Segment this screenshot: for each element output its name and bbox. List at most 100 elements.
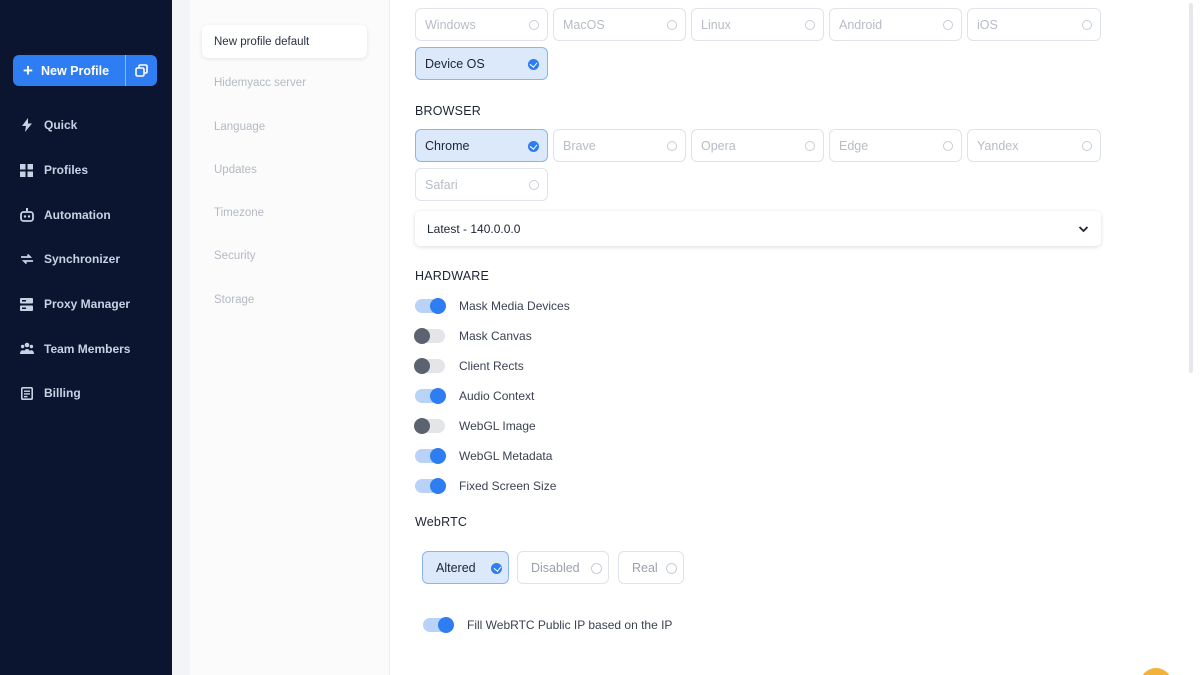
os-option-label: iOS — [977, 17, 998, 32]
toggle-row-fixed-screen-size: Fixed Screen Size — [415, 477, 556, 495]
sidebar-item-label: Automation — [44, 207, 111, 222]
radio-icon — [529, 20, 539, 30]
new-profile-button[interactable]: + New Profile — [13, 55, 157, 86]
mask-canvas-toggle[interactable] — [414, 328, 445, 344]
browser-section-title: BROWSER — [415, 104, 481, 118]
os-option-label: MacOS — [563, 17, 605, 32]
os-option-macos[interactable]: MacOS — [553, 8, 686, 41]
toggle-label: Fixed Screen Size — [459, 479, 557, 493]
toggle-label: Fill WebRTC Public IP based on the IP — [467, 618, 673, 632]
webrtc-option-label: Real — [632, 560, 658, 575]
toggle-row-mask-media-devices: Mask Media Devices — [415, 297, 570, 315]
main-sidebar: + New Profile Quick Profiles Automation … — [0, 0, 172, 675]
webrtc-option-disabled[interactable]: Disabled — [517, 551, 609, 584]
os-option-android[interactable]: Android — [829, 8, 962, 41]
toggle-label: Mask Media Devices — [459, 299, 570, 313]
mask-media-devices-toggle[interactable] — [415, 298, 446, 314]
sidebar-item-synchronizer[interactable]: Synchronizer — [0, 237, 172, 282]
profile-template-icon[interactable] — [126, 64, 157, 77]
toggle-label: WebGL Metadata — [459, 449, 553, 463]
hardware-section-title: HARDWARE — [415, 269, 490, 283]
sidebar-item-label: Billing — [44, 386, 81, 401]
browser-option-safari[interactable]: Safari — [415, 168, 548, 201]
fill-webrtc-ip-toggle[interactable] — [423, 617, 454, 633]
toggle-row-audio-context: Audio Context — [415, 387, 534, 405]
browser-version-value: Latest - 140.0.0.0 — [427, 221, 521, 236]
os-option-label: Android — [839, 17, 883, 32]
sidebar-item-label: Proxy Manager — [44, 297, 131, 312]
toggle-label: WebGL Image — [459, 419, 536, 433]
sidebar-item-label: Quick — [44, 118, 78, 133]
webgl-metadata-toggle[interactable] — [415, 448, 446, 464]
settings-nav-item-storage[interactable]: Storage — [214, 294, 254, 306]
audio-context-toggle[interactable] — [415, 388, 446, 404]
os-option-linux[interactable]: Linux — [691, 8, 824, 41]
browser-version-select[interactable]: Latest - 140.0.0.0 — [415, 211, 1101, 246]
sidebar-item-label: Team Members — [44, 341, 131, 356]
browser-option-yandex[interactable]: Yandex — [967, 129, 1101, 162]
radio-icon — [805, 20, 815, 30]
toggle-label: Mask Canvas — [459, 329, 532, 343]
browser-option-label: Edge — [839, 138, 869, 153]
settings-nav-item-new-profile-default[interactable]: New profile default — [202, 25, 367, 58]
webrtc-option-real[interactable]: Real — [618, 551, 684, 584]
sidebar-item-profiles[interactable]: Profiles — [0, 148, 172, 193]
toggle-label: Audio Context — [459, 389, 535, 403]
radio-checked-icon — [528, 141, 539, 152]
sidebar-item-proxy-manager[interactable]: Proxy Manager — [0, 282, 172, 327]
chevron-down-icon — [1078, 222, 1089, 236]
os-option-device-os[interactable]: Device OS — [415, 47, 548, 80]
browser-option-label: Safari — [425, 177, 458, 192]
os-option-label: Linux — [701, 17, 731, 32]
browser-option-edge[interactable]: Edge — [829, 129, 962, 162]
sidebar-item-label: Synchronizer — [44, 252, 121, 267]
browser-option-label: Brave — [563, 138, 596, 153]
settings-nav-item-updates[interactable]: Updates — [214, 164, 257, 176]
radio-icon — [667, 141, 677, 151]
browser-option-label: Chrome — [425, 138, 470, 153]
radio-icon — [943, 20, 953, 30]
toggle-row-mask-canvas: Mask Canvas — [414, 327, 532, 345]
webrtc-section-title: WebRTC — [415, 515, 468, 529]
browser-option-chrome[interactable]: Chrome — [415, 129, 548, 162]
radio-icon — [1082, 20, 1092, 30]
robot-icon — [19, 207, 34, 222]
radio-checked-icon — [491, 563, 502, 574]
toggle-label: Client Rects — [459, 359, 524, 373]
bolt-icon — [19, 118, 34, 133]
os-option-ios[interactable]: iOS — [967, 8, 1101, 41]
webgl-image-toggle[interactable] — [414, 418, 445, 434]
radio-checked-icon — [528, 59, 539, 70]
sidebar-nav: Quick Profiles Automation Synchronizer P… — [0, 103, 172, 416]
os-option-windows[interactable]: Windows — [415, 8, 548, 41]
billing-icon — [19, 386, 34, 401]
browser-option-label: Yandex — [977, 138, 1019, 153]
scrollbar[interactable] — [1186, 0, 1200, 675]
settings-nav-item-hidemyacc-server[interactable]: Hidemyacc server — [214, 77, 306, 89]
sidebar-item-automation[interactable]: Automation — [0, 192, 172, 237]
sidebar-item-team-members[interactable]: Team Members — [0, 326, 172, 371]
webrtc-option-label: Altered — [436, 560, 476, 575]
browser-option-brave[interactable]: Brave — [553, 129, 686, 162]
toggle-row-webgl-metadata: WebGL Metadata — [415, 447, 552, 465]
settings-content: Windows MacOS Linux Android iOS Device O… — [391, 0, 1191, 675]
settings-nav-item-language[interactable]: Language — [214, 121, 265, 133]
browser-option-opera[interactable]: Opera — [691, 129, 824, 162]
radio-icon — [591, 563, 602, 574]
content-gap — [172, 0, 190, 675]
settings-nav-item-security[interactable]: Security — [214, 250, 256, 262]
settings-nav: New profile default Hidemyacc server Lan… — [190, 0, 390, 675]
sidebar-item-billing[interactable]: Billing — [0, 371, 172, 416]
webrtc-option-label: Disabled — [531, 560, 580, 575]
client-rects-toggle[interactable] — [414, 358, 445, 374]
settings-nav-item-timezone[interactable]: Timezone — [214, 207, 264, 219]
fixed-screen-size-toggle[interactable] — [415, 478, 446, 494]
sidebar-item-quick[interactable]: Quick — [0, 103, 172, 148]
radio-icon — [943, 141, 953, 151]
radio-icon — [667, 20, 677, 30]
webrtc-option-altered[interactable]: Altered — [422, 551, 509, 584]
browser-option-label: Opera — [701, 138, 736, 153]
plus-icon: + — [23, 60, 33, 80]
scrollbar-thumb[interactable] — [1189, 3, 1193, 373]
team-icon — [19, 341, 34, 356]
